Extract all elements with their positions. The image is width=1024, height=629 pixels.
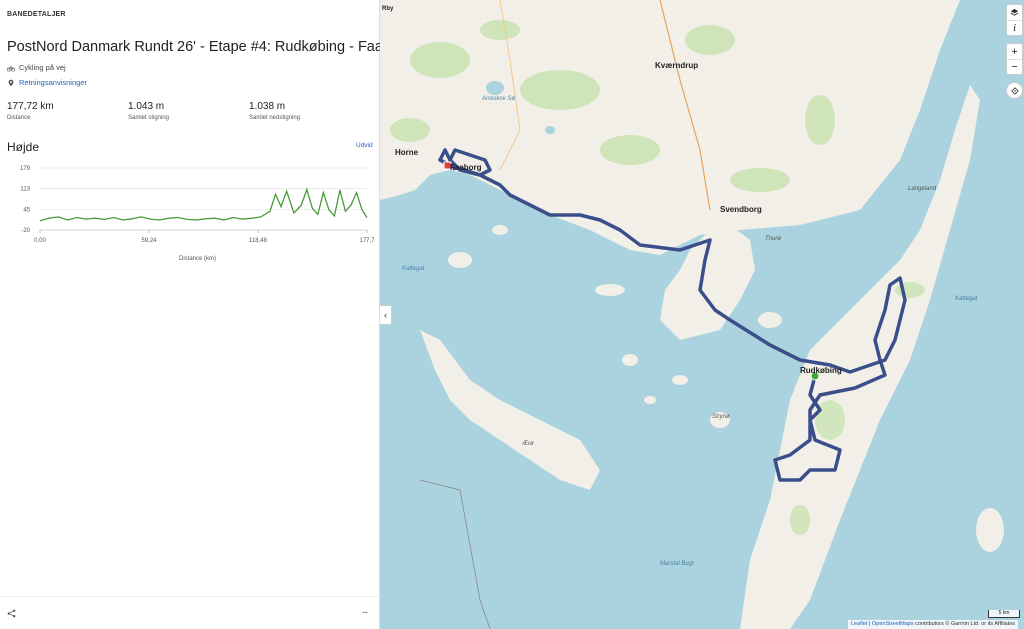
stat-value: 1.043 m [128,101,165,112]
directions-link[interactable]: Retningsanvisninger [7,78,87,87]
label-marstal-bugt: Marstal Bugt [660,561,694,567]
osm-link[interactable]: OpenStreetMaps [872,621,914,627]
lake-arreskov [486,81,504,95]
x-tick-label: 177,7 [359,238,375,244]
collapse-panel-button[interactable]: ‹ [380,305,392,325]
stats-row: 177,72 km Distance 1.043 m Samlet stigni… [7,101,370,121]
attribution-text: contributors © Garmin Ltd. or its Affili… [915,621,1016,627]
zoom-out-button[interactable]: − [1007,59,1022,74]
stat-descent: 1.038 m Samlet nedstigning [249,101,370,121]
map-layer-controls: i [1006,4,1023,36]
route-map[interactable]: Kværndrup Horne Faaborg Svendborg Rudkøb… [380,0,1024,629]
stat-value: 1.038 m [249,101,286,112]
x-tick-label: 118,48 [249,238,268,244]
expand-button[interactable]: Udvid [356,142,373,149]
stat-ascent: 1.043 m Samlet stigning [128,101,249,121]
elevation-heading: Højde [7,140,40,154]
label-thuro: Thurø [765,236,781,242]
activity-label: Cykling på vej [19,63,66,72]
x-tick-label: 59,24 [141,238,157,244]
zoom-in-button[interactable]: + [1007,44,1022,59]
label-horne: Horne [395,148,419,157]
course-title: PostNord Danmark Rundt 26' - Etape #4: R… [7,39,412,55]
layers-button[interactable] [1007,5,1022,20]
more-options-button[interactable]: ... [362,605,368,616]
label-sea-1: Kattegat [402,266,425,272]
label-rudkobing: Rudkøbing [800,366,842,375]
label-langeland: Langeland [908,186,937,192]
stat-label: Distance [7,115,31,121]
info-button[interactable]: i [1007,20,1022,35]
share-icon[interactable] [7,609,16,618]
stat-label: Samlet stigning [128,115,170,121]
locate-control [1006,82,1023,99]
label-rby: Rby [382,6,394,12]
layers-icon [1010,8,1019,16]
course-details-panel: BANEDETALJER PostNord Danmark Rundt 26' … [0,0,412,629]
elevation-line [39,187,368,222]
directions-label[interactable]: Retningsanvisninger [19,78,87,87]
label-svendborg: Svendborg [720,205,762,214]
stat-value: 177,72 km [7,101,54,112]
locate-icon [1010,86,1019,95]
label-sea-2: Kattegat [955,296,978,302]
x-axis-label: Distance (km) [179,256,216,262]
label-lake: Arreskov Sø [481,96,515,102]
y-tick-label: 179 [20,166,31,172]
elevation-chart: 179 113 45 -20 0,00 59,24 118,48 177,7 Distance … [20,166,375,262]
lake [545,126,555,134]
pin-icon [8,79,14,86]
zoom-controls: + − [1006,43,1023,75]
x-tick-label: 0,00 [34,238,46,244]
leaflet-link[interactable]: Leaflet [851,621,868,627]
stat-label: Samlet nedstigning [249,115,301,121]
bike-icon [7,65,15,72]
stat-distance: 177,72 km Distance [7,101,128,121]
y-tick-label: -20 [21,228,30,234]
panel-footer: ... [0,596,380,629]
label-faaborg: Faaborg [450,163,482,172]
map-scale: 5 km [988,610,1020,618]
map-attribution: Leaflet | OpenStreetMaps contributors © … [848,620,1019,629]
y-tick-label: 45 [23,208,30,214]
panel-header: BANEDETALJER [7,11,66,18]
label-stryno: Strynø [712,414,730,420]
label-kvaerndrup: Kværndrup [655,61,698,70]
locate-button[interactable] [1007,83,1022,98]
activity-type: Cykling på vej [7,63,66,72]
label-aero: Ærø [521,441,534,447]
y-tick-label: 113 [20,187,30,193]
